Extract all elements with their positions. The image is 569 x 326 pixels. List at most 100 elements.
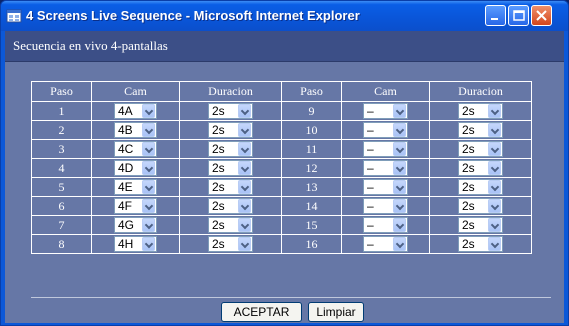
duration-cell: 2s bbox=[429, 177, 532, 197]
cam-select[interactable]: 4F bbox=[114, 198, 157, 215]
cam-select[interactable]: – bbox=[363, 160, 408, 177]
chevron-down-icon[interactable] bbox=[237, 161, 251, 176]
duration-cell: 2s bbox=[179, 120, 282, 140]
chevron-down-icon[interactable] bbox=[392, 180, 406, 195]
accept-button[interactable]: ACEPTAR bbox=[221, 302, 302, 322]
chevron-down-icon[interactable] bbox=[487, 161, 501, 176]
duration-select[interactable]: 2s bbox=[208, 103, 253, 120]
cam-select[interactable]: 4C bbox=[114, 141, 157, 158]
step-number: 10 bbox=[281, 120, 342, 140]
column-header: Cam bbox=[341, 81, 430, 102]
cam-select[interactable]: 4A bbox=[114, 103, 157, 120]
cam-select[interactable]: – bbox=[363, 141, 408, 158]
chevron-down-icon[interactable] bbox=[487, 104, 501, 119]
chevron-down-icon[interactable] bbox=[237, 142, 251, 157]
chevron-down-icon[interactable] bbox=[392, 218, 406, 233]
cam-select-value: – bbox=[367, 142, 374, 157]
chevron-down-icon[interactable] bbox=[392, 161, 406, 176]
chevron-down-icon[interactable] bbox=[392, 199, 406, 214]
chevron-down-icon[interactable] bbox=[142, 218, 155, 233]
sequence-table: Paso Cam Duracion Paso Cam Duracion 1 4A… bbox=[31, 81, 532, 254]
duration-select[interactable]: 2s bbox=[208, 179, 253, 196]
cam-cell: – bbox=[341, 234, 430, 254]
cam-select[interactable]: 4D bbox=[114, 160, 157, 177]
chevron-down-icon[interactable] bbox=[142, 237, 155, 252]
step-number: 9 bbox=[281, 101, 342, 121]
chevron-down-icon[interactable] bbox=[142, 199, 155, 214]
duration-select[interactable]: 2s bbox=[208, 198, 253, 215]
duration-select[interactable]: 2s bbox=[458, 122, 503, 139]
clear-button[interactable]: Limpiar bbox=[308, 302, 364, 322]
duration-select[interactable]: 2s bbox=[208, 122, 253, 139]
cam-select-value: – bbox=[367, 180, 374, 195]
cam-select-value: 4H bbox=[118, 237, 134, 252]
duration-select[interactable]: 2s bbox=[458, 160, 503, 177]
cam-select-value: 4B bbox=[118, 123, 133, 138]
chevron-down-icon[interactable] bbox=[237, 237, 251, 252]
step-number: 4 bbox=[31, 158, 92, 178]
duration-select[interactable]: 2s bbox=[458, 236, 503, 253]
duration-select[interactable]: 2s bbox=[208, 236, 253, 253]
chevron-down-icon[interactable] bbox=[142, 180, 155, 195]
step-number: 13 bbox=[281, 177, 342, 197]
duration-select[interactable]: 2s bbox=[458, 179, 503, 196]
cam-select[interactable]: – bbox=[363, 103, 408, 120]
cam-cell: 4E bbox=[91, 177, 180, 197]
duration-select[interactable]: 2s bbox=[458, 198, 503, 215]
duration-cell: 2s bbox=[179, 101, 282, 121]
chevron-down-icon[interactable] bbox=[392, 123, 406, 138]
close-button[interactable] bbox=[531, 5, 552, 26]
chevron-down-icon[interactable] bbox=[392, 142, 406, 157]
chevron-down-icon[interactable] bbox=[237, 123, 251, 138]
cam-select[interactable]: – bbox=[363, 122, 408, 139]
cam-cell: 4G bbox=[91, 215, 180, 235]
chevron-down-icon[interactable] bbox=[142, 142, 155, 157]
chevron-down-icon[interactable] bbox=[487, 142, 501, 157]
chevron-down-icon[interactable] bbox=[237, 104, 251, 119]
chevron-down-icon[interactable] bbox=[142, 104, 155, 119]
cam-cell: 4C bbox=[91, 139, 180, 159]
chevron-down-icon[interactable] bbox=[142, 161, 155, 176]
chevron-down-icon[interactable] bbox=[487, 199, 501, 214]
chevron-down-icon[interactable] bbox=[237, 180, 251, 195]
chevron-down-icon[interactable] bbox=[237, 199, 251, 214]
step-number: 14 bbox=[281, 196, 342, 216]
minimize-icon bbox=[491, 18, 498, 20]
duration-select-value: 2s bbox=[462, 104, 475, 119]
maximize-icon bbox=[513, 10, 525, 21]
cam-select[interactable]: – bbox=[363, 217, 408, 234]
cam-select[interactable]: 4G bbox=[114, 217, 157, 234]
cam-select[interactable]: – bbox=[363, 236, 408, 253]
chevron-down-icon[interactable] bbox=[142, 123, 155, 138]
duration-select[interactable]: 2s bbox=[458, 103, 503, 120]
cam-select[interactable]: 4B bbox=[114, 122, 157, 139]
chevron-down-icon[interactable] bbox=[392, 104, 406, 119]
duration-select[interactable]: 2s bbox=[208, 141, 253, 158]
chevron-down-icon[interactable] bbox=[487, 123, 501, 138]
chevron-down-icon[interactable] bbox=[487, 218, 501, 233]
chevron-down-icon[interactable] bbox=[487, 237, 501, 252]
step-number: 16 bbox=[281, 234, 342, 254]
duration-select[interactable]: 2s bbox=[458, 141, 503, 158]
cam-select[interactable]: 4E bbox=[114, 179, 157, 196]
cam-select[interactable]: 4H bbox=[114, 236, 157, 253]
title-bar[interactable]: 4 Screens Live Sequence - Microsoft Inte… bbox=[1, 1, 568, 31]
duration-select[interactable]: 2s bbox=[458, 217, 503, 234]
cam-select[interactable]: – bbox=[363, 198, 408, 215]
column-header: Cam bbox=[91, 81, 180, 102]
cam-cell: 4B bbox=[91, 120, 180, 140]
duration-select-value: 2s bbox=[212, 123, 225, 138]
cam-select-value: 4A bbox=[118, 104, 133, 119]
maximize-button[interactable] bbox=[508, 5, 529, 26]
duration-select[interactable]: 2s bbox=[208, 160, 253, 177]
chevron-down-icon[interactable] bbox=[392, 237, 406, 252]
table-row: 8 4H 2s 16 – 2s bbox=[31, 234, 532, 254]
chevron-down-icon[interactable] bbox=[487, 180, 501, 195]
step-number: 7 bbox=[31, 215, 92, 235]
duration-cell: 2s bbox=[179, 158, 282, 178]
cam-select[interactable]: – bbox=[363, 179, 408, 196]
chevron-down-icon[interactable] bbox=[237, 218, 251, 233]
minimize-button[interactable] bbox=[485, 5, 506, 26]
duration-select[interactable]: 2s bbox=[208, 217, 253, 234]
duration-select-value: 2s bbox=[212, 104, 225, 119]
